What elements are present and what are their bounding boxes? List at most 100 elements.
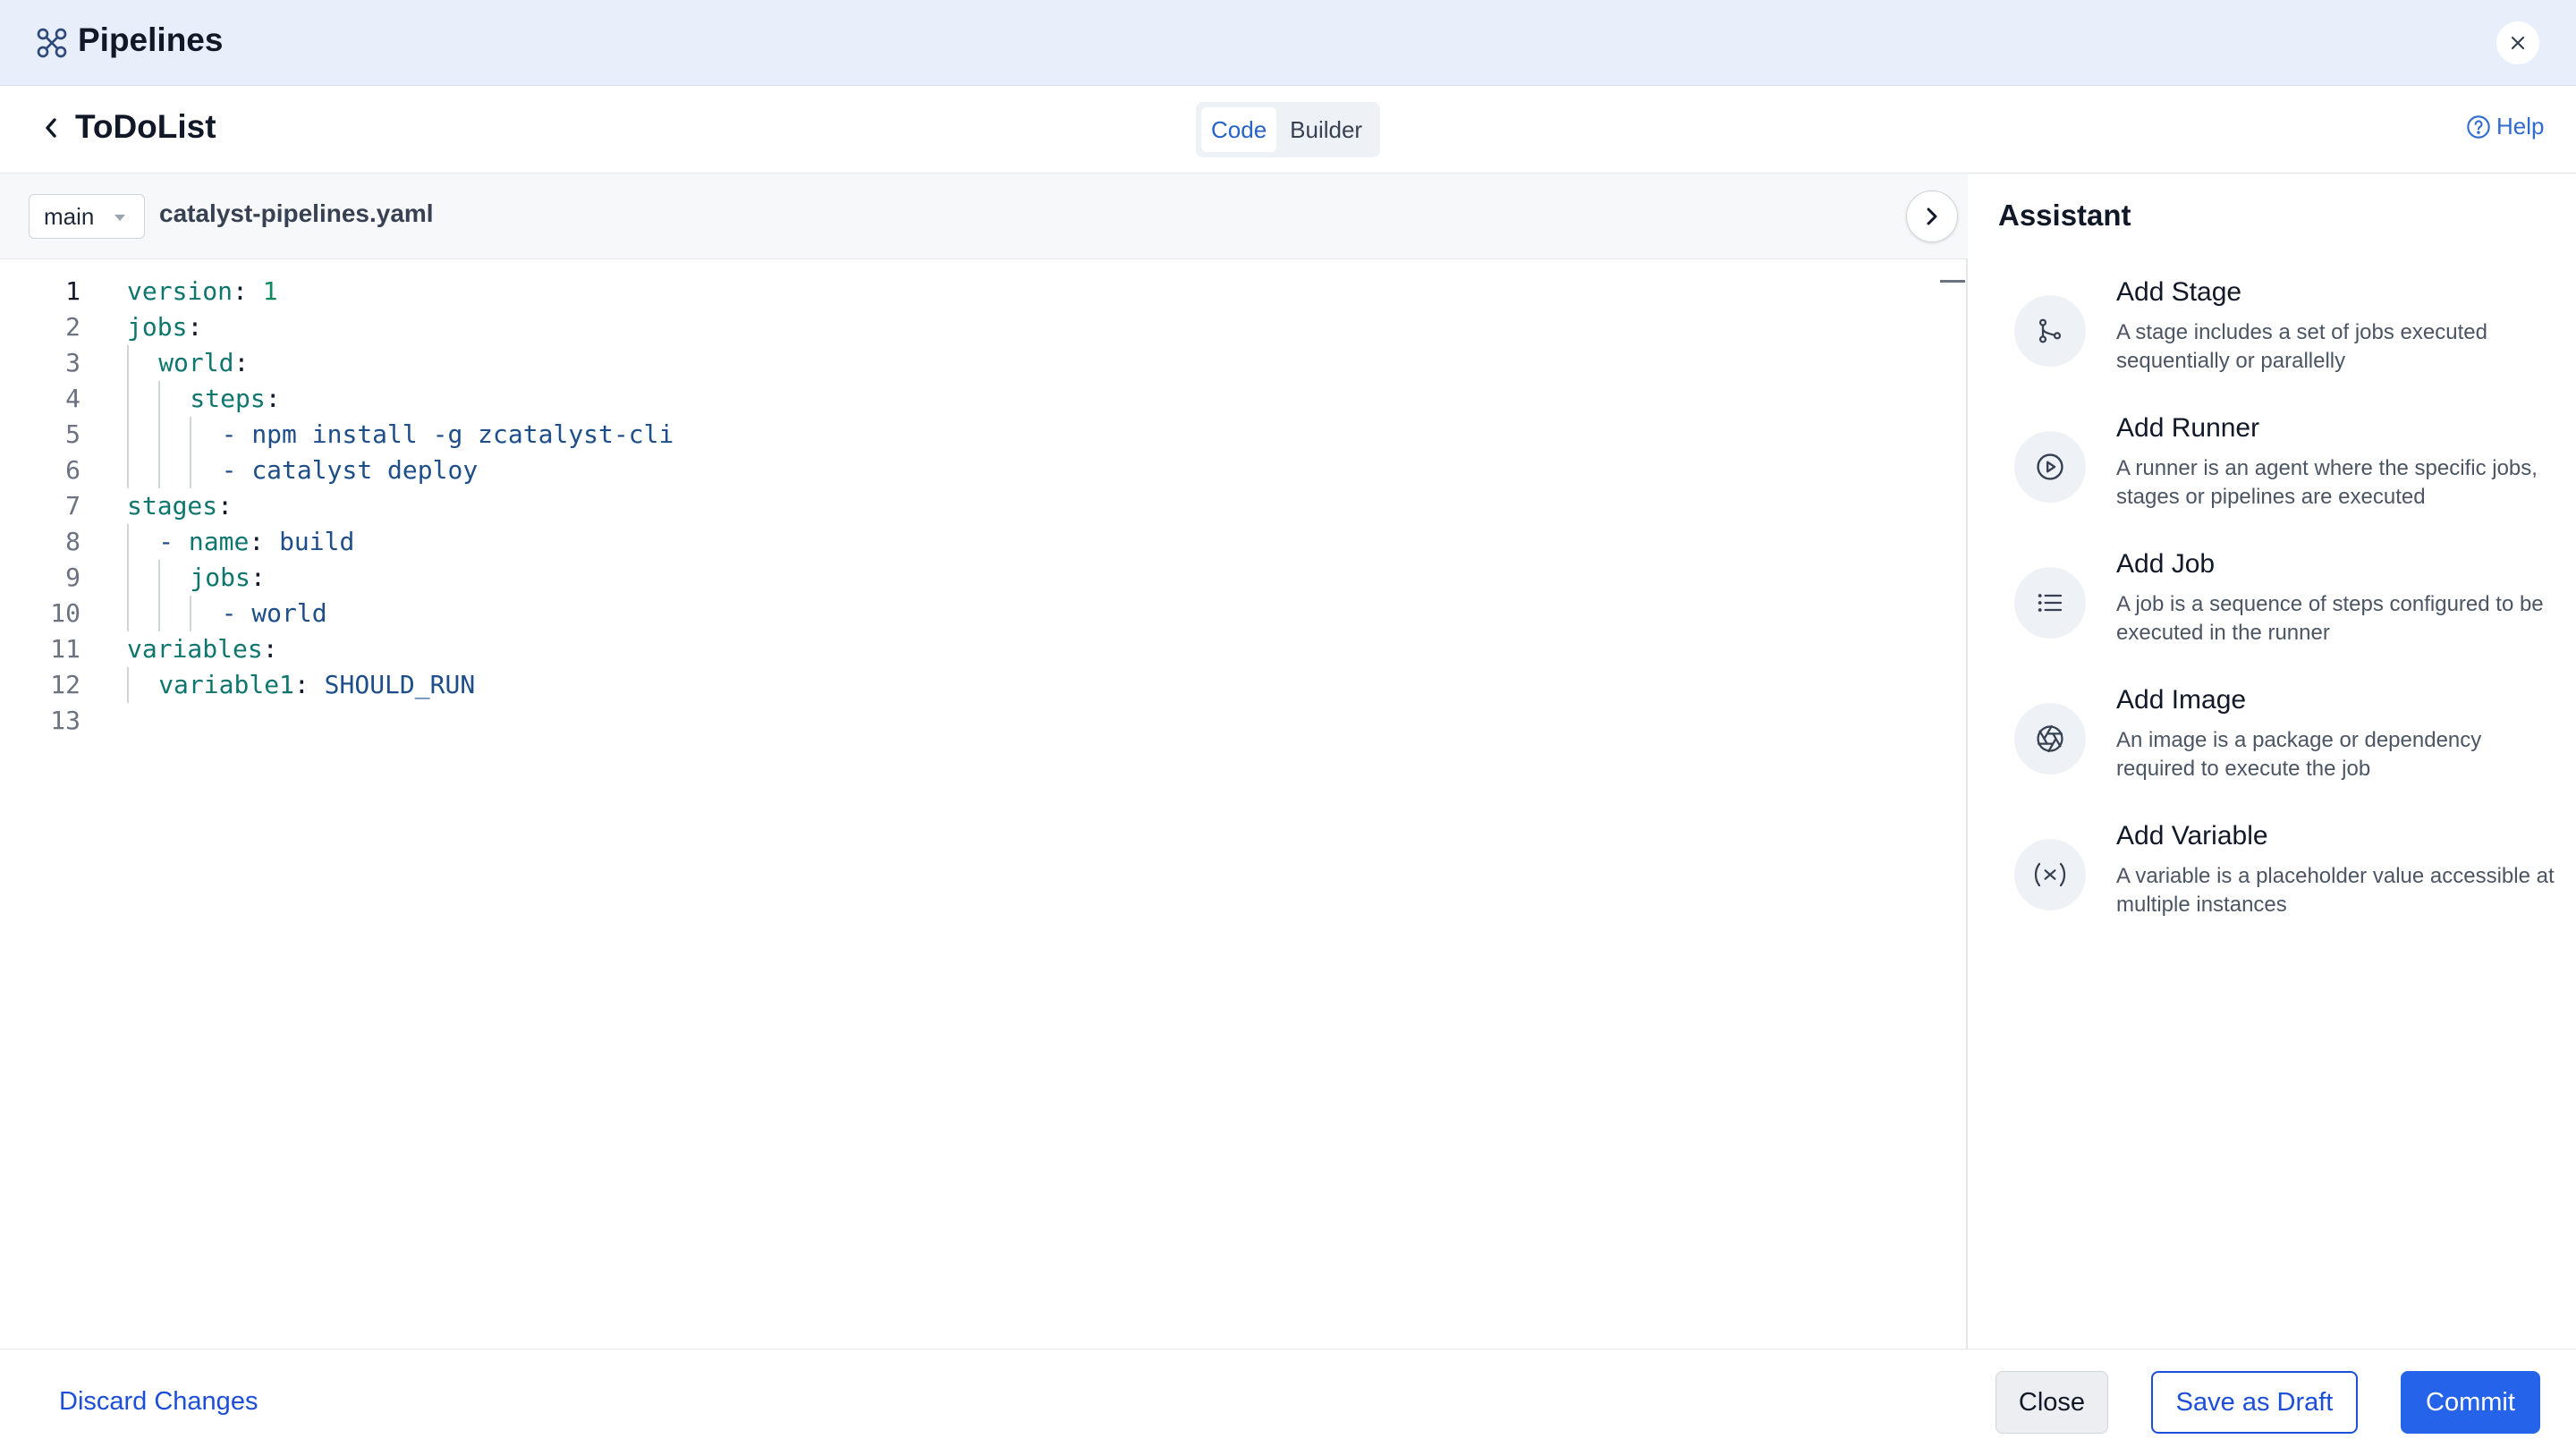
indent-guide — [127, 560, 129, 596]
code-line[interactable]: 6 - catalyst deploy — [0, 453, 1923, 488]
code-line[interactable]: 10 - world — [0, 596, 1923, 631]
aperture-icon — [2037, 724, 2063, 753]
save-as-draft-button[interactable]: Save as Draft — [2151, 1371, 2358, 1434]
help-circle-icon — [2467, 114, 2490, 139]
line-number: 13 — [50, 706, 80, 735]
add-job-desc: A job is a sequence of steps configured … — [2116, 592, 2544, 645]
help-label: Help — [2496, 113, 2545, 140]
indent-guide — [127, 524, 129, 560]
stage-icon — [2038, 318, 2062, 343]
code-line[interactable]: 9 jobs: — [0, 560, 1923, 596]
header-bar: ToDoList Code Builder Help — [0, 86, 2576, 174]
add-image-item[interactable]: Add Image An image is a package or depen… — [2014, 685, 2569, 801]
line-number: 10 — [50, 598, 80, 628]
code-line[interactable]: 4 steps: — [0, 381, 1923, 417]
mode-toggle: Code Builder — [1196, 102, 1380, 157]
indent-guide — [127, 596, 129, 631]
code-text: jobs: — [190, 563, 266, 592]
code-line[interactable]: 3 world: — [0, 345, 1923, 381]
branch-value: main — [44, 202, 95, 230]
file-bar: main catalyst-pipelines.yaml — [0, 174, 1968, 259]
code-text: jobs: — [127, 312, 203, 342]
footer-bar: Discard Changes Close Save as Draft Comm… — [0, 1349, 2576, 1456]
help-link[interactable]: Help — [2466, 113, 2544, 140]
tab-code[interactable]: Code — [1201, 107, 1277, 152]
line-number: 6 — [65, 455, 80, 485]
code-line[interactable]: 1 version: 1 — [0, 274, 1923, 309]
assistant-title: Assistant — [1998, 199, 2131, 232]
close-icon — [2511, 36, 2525, 50]
indent-guide — [127, 417, 129, 453]
close-window-button[interactable] — [2496, 21, 2539, 64]
add-runner-item[interactable]: Add Runner A runner is an agent where th… — [2014, 413, 2569, 529]
code-line[interactable]: 12 variable1: SHOULD_RUN — [0, 667, 1923, 703]
add-image-title: Add Image — [2116, 685, 2247, 715]
add-job-item[interactable]: Add Job A job is a sequence of steps con… — [2014, 549, 2569, 665]
code-text: variable1: SHOULD_RUN — [158, 670, 476, 699]
line-number: 3 — [65, 348, 80, 377]
variable-icon — [2034, 862, 2066, 887]
runner-icon-wrap — [2014, 431, 2086, 503]
pipelines-logo-icon — [37, 28, 67, 58]
code-text: version: 1 — [127, 276, 278, 306]
indent-guide — [127, 453, 129, 488]
indent-guide — [190, 453, 192, 488]
code-line[interactable]: 8 - name: build — [0, 524, 1923, 560]
chevron-left-icon — [46, 118, 56, 138]
list-icon — [2038, 594, 2063, 612]
add-runner-title: Add Runner — [2116, 413, 2260, 443]
indent-guide — [190, 417, 192, 453]
add-variable-desc: A variable is a placeholder value access… — [2116, 864, 2555, 917]
job-icon-wrap — [2014, 567, 2086, 639]
line-number: 7 — [65, 491, 80, 521]
code-line[interactable]: 11 variables: — [0, 631, 1923, 667]
add-stage-title: Add Stage — [2116, 277, 2242, 307]
line-number: 8 — [65, 527, 80, 556]
add-variable-item[interactable]: Add Variable A variable is a placeholder… — [2014, 821, 2569, 937]
line-number: 12 — [50, 670, 80, 699]
chevron-right-icon — [1927, 207, 1937, 225]
code-line[interactable]: 13 — [0, 703, 1923, 739]
file-name: catalyst-pipelines.yaml — [159, 199, 434, 227]
add-image-desc: An image is a package or dependency requ… — [2116, 728, 2482, 781]
code-text: - npm install -g zcatalyst-cli — [221, 419, 674, 449]
app-title: Pipelines — [78, 21, 224, 58]
project-title: ToDoList — [75, 108, 216, 145]
title-bar: Pipelines — [0, 0, 2576, 86]
code-text: - world — [221, 598, 327, 628]
assistant-panel: Assistant Add Stage A stage includes a s… — [1970, 174, 2576, 1349]
image-icon-wrap — [2014, 703, 2086, 775]
code-text: steps: — [190, 384, 281, 413]
branch-select[interactable]: main — [29, 194, 145, 239]
minimap-slider[interactable] — [1940, 280, 1965, 283]
back-button[interactable] — [38, 113, 64, 143]
add-stage-item[interactable]: Add Stage A stage includes a set of jobs… — [2014, 277, 2569, 394]
code-text: world: — [158, 348, 250, 377]
line-number: 5 — [65, 419, 80, 449]
caret-down-icon — [114, 215, 125, 221]
code-area[interactable]: 1 version: 1 2 jobs: 3 world: 4 steps: 5 - npm in… — [0, 274, 1923, 739]
commit-button[interactable]: Commit — [2401, 1371, 2540, 1434]
line-number: 4 — [65, 384, 80, 413]
line-number: 1 — [65, 276, 80, 306]
close-button[interactable]: Close — [1996, 1371, 2108, 1434]
indent-guide — [127, 381, 129, 417]
play-circle-icon — [2037, 453, 2063, 480]
indent-guide — [158, 417, 161, 453]
add-variable-title: Add Variable — [2116, 821, 2268, 851]
indent-guide — [158, 596, 161, 631]
variable-icon-wrap — [2014, 839, 2086, 910]
toggle-assistant-button[interactable] — [1906, 190, 1958, 242]
indent-guide — [190, 596, 192, 631]
code-line[interactable]: 2 jobs: — [0, 309, 1923, 345]
code-line[interactable]: 5 - npm install -g zcatalyst-cli — [0, 417, 1923, 453]
discard-changes-link[interactable]: Discard Changes — [59, 1387, 258, 1417]
stage-icon-wrap — [2014, 295, 2086, 367]
tab-builder[interactable]: Builder — [1280, 107, 1372, 152]
line-number: 11 — [50, 634, 80, 664]
line-number: 9 — [65, 563, 80, 592]
indent-guide — [127, 667, 129, 703]
code-text: - name: build — [158, 527, 355, 556]
code-line[interactable]: 7 stages: — [0, 488, 1923, 524]
line-number: 2 — [65, 312, 80, 342]
